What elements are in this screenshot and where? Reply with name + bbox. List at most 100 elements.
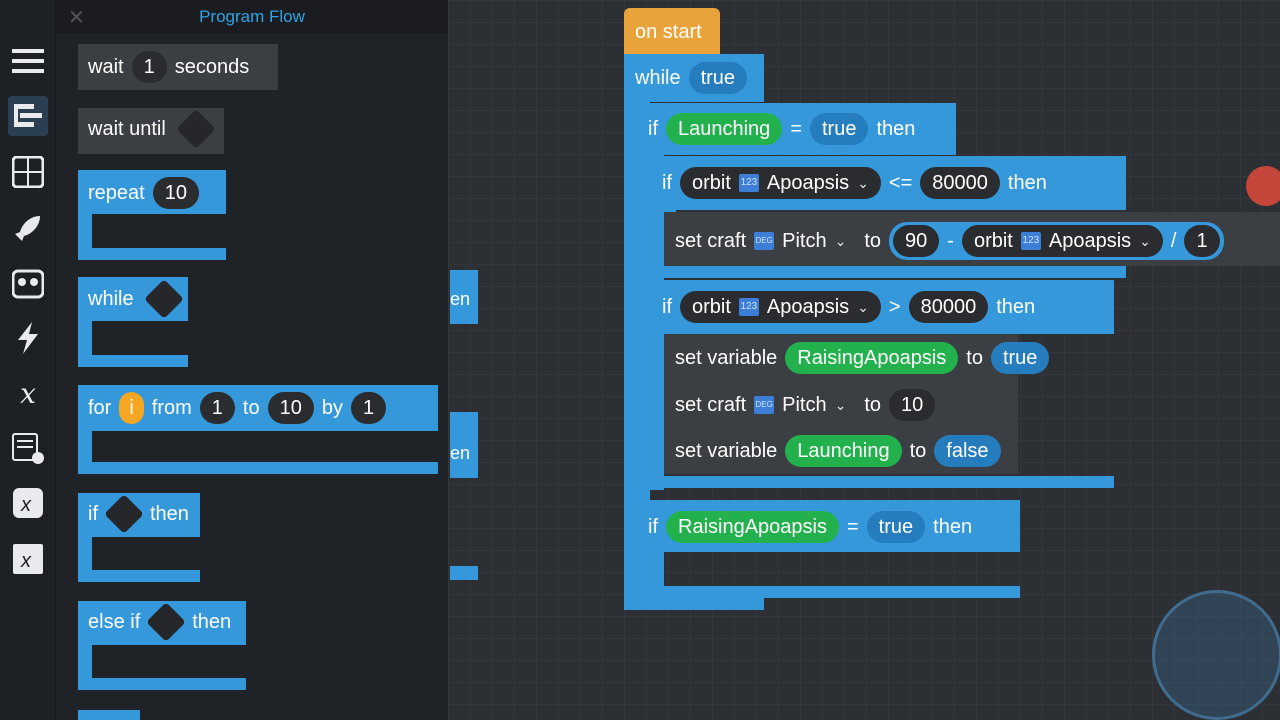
else-if-footer [78,678,246,690]
wait-row: wait 1 seconds [88,51,249,83]
sensors-icon[interactable] [8,264,48,304]
set-pitch-row-2[interactable]: set craft DEG Pitch ⌄ to 10 [675,389,936,421]
ninety-value[interactable]: 90 [893,225,940,257]
if-launching-row: if Launching = true then [648,113,915,145]
divide-operator: / [1170,229,1177,252]
if-then-rail [78,537,92,571]
then-label: then [876,117,916,140]
if-label: if [662,171,672,194]
number-type-icon: 123 [1020,232,1041,250]
divisor-value[interactable]: 1 [1184,225,1220,257]
pitch-value[interactable]: 10 [889,389,936,421]
then-label: then [933,515,973,538]
while-rail [78,321,92,355]
if-launching-value[interactable]: true [810,113,869,145]
recording-badge-icon [1246,166,1280,206]
orbit-apoapsis-reporter[interactable]: orbit 123 Apoapsis ⌄ [680,291,881,323]
chevron-down-icon[interactable]: ⌄ [1139,225,1151,257]
by-value[interactable]: 1 [350,392,387,424]
while-row: while true [635,62,748,94]
events-icon[interactable] [8,318,48,358]
operators-icon[interactable] [8,152,48,192]
while-loop-rail [624,100,650,605]
pitch-dropdown-value[interactable]: Pitch [782,394,826,417]
from-value[interactable]: 1 [199,392,235,424]
orbit-label: orbit [692,296,731,318]
partial-block[interactable] [78,710,140,720]
condition-slot[interactable] [143,279,184,319]
number-type-icon: 123 [738,174,759,192]
condition-slot[interactable] [146,602,187,642]
while-label: while [635,66,681,89]
partial-block[interactable] [450,566,478,580]
apoapsis-dropdown-value[interactable]: Apoapsis [767,291,849,323]
chevron-down-icon[interactable]: ⌄ [857,167,869,199]
for-loop-footer [78,462,438,474]
on-start-label: on start [635,21,702,43]
orbit-apoapsis-reporter[interactable]: orbit 123 Apoapsis ⌄ [680,167,881,199]
chevron-down-icon[interactable]: ⌄ [835,397,847,414]
if-label: if [662,295,672,318]
by-label: by [321,396,343,419]
custom-instruction-icon[interactable]: x [8,539,48,579]
repeat-count[interactable]: 10 [152,177,199,209]
if-raising-row: if RaisingApoapsis = true then [648,511,972,543]
raisingapoapsis-variable[interactable]: RaisingApoapsis [785,342,959,374]
chevron-down-icon[interactable]: ⌄ [857,291,869,323]
if-apoapsis-gt-row: if orbit 123 Apoapsis ⌄ > 80000 then [662,291,1035,323]
flyout-title: Program Flow [199,7,305,26]
wait-until-row: wait until [88,109,218,149]
lists-icon[interactable] [8,428,48,468]
svg-text:x: x [20,550,32,572]
orbit-apoapsis-reporter[interactable]: orbit 123 Apoapsis ⌄ [961,225,1163,257]
to-label: to [864,393,882,416]
false-value[interactable]: false [934,435,1001,467]
menu-icon[interactable] [8,41,48,81]
threshold-value[interactable]: 80000 [908,291,989,323]
launching-variable[interactable]: Launching [666,113,783,145]
variables-icon[interactable]: x [8,373,48,413]
program-flow-icon[interactable] [8,96,48,136]
gt-operator: > [888,295,901,318]
pitch-dropdown-value[interactable]: Pitch [782,230,826,253]
partial-block-label: en [450,289,471,309]
program-flow-flyout: ✕ Program Flow wait 1 seconds wait until… [56,0,448,720]
true-value[interactable]: true [990,342,1050,374]
wait-value[interactable]: 1 [131,51,167,83]
set-variable-row-1[interactable]: set variable RaisingApoapsis to true [675,342,1050,374]
apoapsis-dropdown-value[interactable]: Apoapsis [1049,225,1131,257]
if-raising-rail [650,550,664,590]
repeat-rail [78,214,92,248]
script-workspace[interactable]: en en on start while true if Launching =… [448,0,1280,720]
else-if-rail [78,645,92,679]
if-apoapsis-le-row: if orbit 123 Apoapsis ⌄ <= 80000 then [662,167,1047,199]
condition-slot[interactable] [104,494,144,534]
then-label: then [192,610,232,633]
math-expression[interactable]: 90 - orbit 123 Apoapsis ⌄ / 1 [889,222,1224,260]
degree-type-icon: DEG [754,232,775,250]
launching-variable[interactable]: Launching [785,435,902,467]
for-label: for [88,396,112,419]
equals-operator: = [790,117,802,140]
then-label: then [996,295,1036,318]
loop-variable-i[interactable]: i [119,392,144,424]
if-raising-value[interactable]: true [866,511,926,543]
custom-expression-icon[interactable]: x [8,483,48,523]
set-variable-row-2[interactable]: set variable Launching to false [675,435,1001,467]
wait-label: wait [88,55,124,78]
to-value[interactable]: 10 [267,392,314,424]
condition-slot[interactable] [176,109,216,149]
else-if-row: else if then [88,602,232,642]
craft-icon[interactable] [8,208,48,248]
equals-operator: = [846,515,859,538]
then-label: then [150,502,189,525]
if-then-footer [78,570,200,582]
raisingapoapsis-variable[interactable]: RaisingApoapsis [666,511,839,543]
apoapsis-dropdown-value[interactable]: Apoapsis [767,167,849,199]
while-condition-true[interactable]: true [688,62,748,94]
to-label: to [909,439,927,462]
if-label: if [88,502,98,525]
threshold-value[interactable]: 80000 [920,167,1000,199]
chevron-down-icon[interactable]: ⌄ [835,233,847,250]
else-if-label: else if [88,610,141,633]
